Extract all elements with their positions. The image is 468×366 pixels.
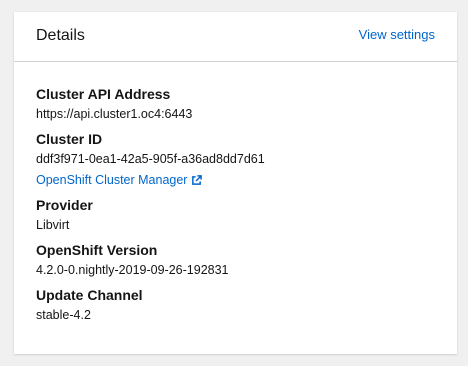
- detail-value: https://api.cluster1.oc4:6443: [36, 107, 193, 121]
- detail-term: OpenShift Version: [36, 242, 158, 258]
- view-settings-link[interactable]: View settings: [359, 27, 435, 42]
- detail-cluster-api-address: Cluster API Address https://api.cluster1…: [36, 85, 435, 122]
- detail-term: Cluster ID: [36, 131, 103, 147]
- detail-term: Update Channel: [36, 287, 143, 303]
- card-title: Details: [36, 27, 85, 44]
- card-body: Cluster API Address https://api.cluster1…: [14, 62, 457, 323]
- link-label: OpenShift Cluster Manager: [36, 173, 188, 187]
- detail-value: 4.2.0-0.nightly-2019-09-26-192831: [36, 263, 229, 277]
- details-list: Cluster API Address https://api.cluster1…: [36, 85, 435, 323]
- detail-provider: Provider Libvirt: [36, 196, 435, 233]
- detail-value: stable-4.2: [36, 308, 91, 322]
- detail-cluster-id: Cluster ID ddf3f971-0ea1-42a5-905f-a36ad…: [36, 130, 435, 188]
- external-link-icon: [192, 174, 203, 185]
- detail-value: Libvirt: [36, 218, 70, 232]
- detail-term: Cluster API Address: [36, 86, 171, 102]
- detail-value: ddf3f971-0ea1-42a5-905f-a36ad8dd7d61: [36, 152, 265, 166]
- detail-term: Provider: [36, 197, 93, 213]
- openshift-cluster-manager-link[interactable]: OpenShift Cluster Manager: [36, 172, 203, 188]
- detail-link-row: OpenShift Cluster Manager: [36, 167, 435, 188]
- detail-openshift-version: OpenShift Version 4.2.0-0.nightly-2019-0…: [36, 241, 435, 278]
- card-header: Details View settings: [14, 12, 457, 62]
- detail-update-channel: Update Channel stable-4.2: [36, 286, 435, 323]
- details-card: Details View settings Cluster API Addres…: [14, 12, 457, 354]
